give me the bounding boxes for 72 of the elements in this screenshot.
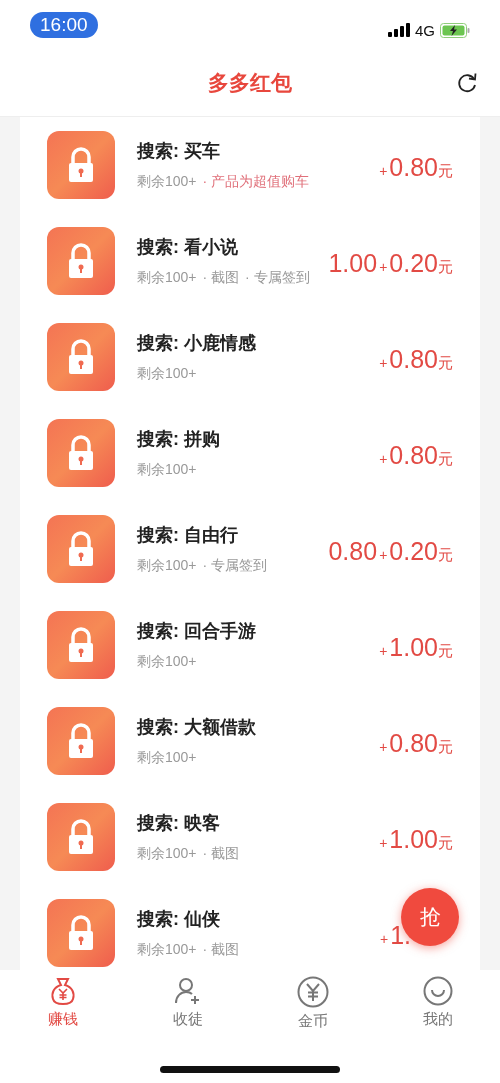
lock-icon bbox=[47, 419, 115, 487]
task-title: 搜索: 买车 bbox=[137, 140, 221, 163]
currency-unit: 元 bbox=[438, 353, 453, 373]
lock-icon bbox=[47, 515, 115, 583]
plus-sign: + bbox=[379, 834, 388, 851]
plus-sign: + bbox=[379, 738, 388, 755]
task-tag: · 截图 bbox=[202, 941, 240, 959]
lock-icon bbox=[47, 611, 115, 679]
base-amount: 0.80 bbox=[328, 536, 378, 566]
plus-sign: + bbox=[379, 354, 388, 371]
plus-sign: + bbox=[379, 930, 389, 947]
lock-icon bbox=[47, 803, 115, 871]
task-tag: 剩余100+ bbox=[137, 557, 197, 575]
plus-sign: + bbox=[379, 162, 388, 179]
battery-icon bbox=[440, 22, 470, 38]
task-tag: 剩余100+ bbox=[137, 845, 197, 863]
lock-icon bbox=[47, 707, 115, 775]
task-tag: 剩余100+ bbox=[137, 365, 197, 383]
plus-sign: + bbox=[379, 258, 388, 275]
lock-icon bbox=[47, 131, 115, 199]
tab-item[interactable]: 收徒 bbox=[125, 970, 250, 1042]
task-title: 搜索: 看小说 bbox=[137, 236, 239, 259]
currency-unit: 元 bbox=[438, 737, 453, 757]
task-tag: 剩余100+ bbox=[137, 269, 197, 287]
task-title: 搜索: 自由行 bbox=[137, 524, 239, 547]
base-amount: 1.00 bbox=[328, 248, 378, 278]
task-tag: 剩余100+ bbox=[137, 173, 197, 191]
lock-icon bbox=[47, 899, 115, 967]
plus-sign: + bbox=[379, 450, 388, 467]
task-title: 搜索: 拼购 bbox=[137, 428, 221, 451]
page-title: 多多红包 bbox=[208, 70, 292, 96]
signal-icon bbox=[388, 23, 410, 37]
currency-unit: 元 bbox=[438, 161, 453, 181]
tab-item[interactable]: 我的 bbox=[375, 970, 500, 1042]
task-tag: · 专属签到 bbox=[245, 269, 310, 287]
task-title: 搜索: 回合手游 bbox=[137, 620, 257, 643]
task-tag: 剩余100+ bbox=[137, 653, 197, 671]
task-title: 搜索: 仙侠 bbox=[137, 908, 221, 931]
reward-amount: 1.00 bbox=[389, 824, 438, 854]
reward-amount: 0.80 bbox=[389, 728, 438, 758]
reward-amount: 1.00 bbox=[389, 632, 438, 662]
plus-sign: + bbox=[379, 642, 388, 659]
smiley-icon bbox=[422, 976, 453, 1006]
task-tag: 剩余100+ bbox=[137, 461, 197, 479]
tab-item[interactable]: 赚钱 bbox=[0, 970, 125, 1042]
tab-item[interactable]: 金币 bbox=[250, 970, 375, 1042]
task-tag: · 产品为超值购车 bbox=[202, 173, 310, 191]
network-label: 4G bbox=[415, 21, 435, 39]
yen-coin-icon bbox=[296, 976, 329, 1008]
task-title: 搜索: 大额借款 bbox=[137, 716, 257, 739]
reward-amount: 0.80 bbox=[389, 152, 438, 182]
reward-amount: 0.20 bbox=[389, 536, 438, 566]
lock-icon bbox=[47, 323, 115, 391]
task-tag: 剩余100+ bbox=[137, 941, 197, 959]
task-title: 搜索: 小鹿情感 bbox=[137, 332, 257, 355]
lock-icon bbox=[47, 227, 115, 295]
currency-unit: 元 bbox=[438, 449, 453, 469]
task-title: 搜索: 映客 bbox=[137, 812, 221, 835]
currency-unit: 元 bbox=[438, 257, 453, 277]
currency-unit: 元 bbox=[438, 545, 453, 565]
currency-unit: 元 bbox=[438, 641, 453, 661]
currency-unit: 元 bbox=[438, 833, 453, 853]
refresh-icon[interactable] bbox=[456, 72, 478, 94]
task-tag: · 截图 bbox=[202, 269, 240, 287]
task-tag: 剩余100+ bbox=[137, 749, 197, 767]
reward-amount: 0.80 bbox=[389, 344, 438, 374]
task-tag: · 专属签到 bbox=[202, 557, 268, 575]
reward-amount: 0.20 bbox=[389, 248, 438, 278]
clock-time: 16:00 bbox=[30, 12, 98, 38]
task-tag: · 截图 bbox=[202, 845, 240, 863]
reward-amount: 0.80 bbox=[389, 440, 438, 470]
plus-sign: + bbox=[379, 546, 388, 563]
